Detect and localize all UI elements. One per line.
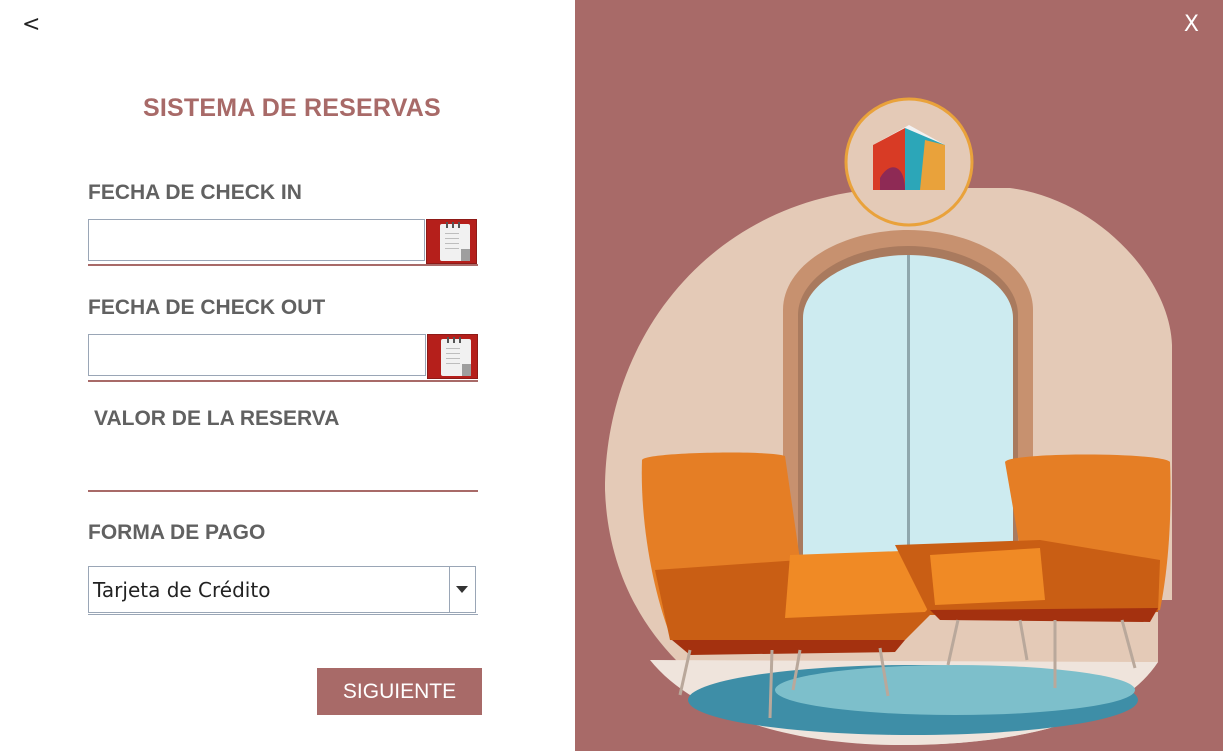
payment-select[interactable]: Tarjeta de Crédito (88, 566, 476, 613)
payment-selected-value: Tarjeta de Crédito (93, 578, 271, 602)
payment-underline (88, 614, 478, 615)
checkout-input[interactable] (88, 334, 426, 376)
illustration-panel: X (575, 0, 1223, 751)
page-title: SISTEMA DE RESERVAS (143, 94, 441, 122)
value-field[interactable] (88, 444, 478, 488)
checkin-label: FECHA DE CHECK IN (88, 181, 302, 204)
lounge-illustration (605, 97, 1172, 745)
payment-label: FORMA DE PAGO (88, 521, 266, 544)
dropdown-arrow[interactable] (449, 567, 475, 612)
value-label: VALOR DE LA RESERVA (94, 407, 340, 430)
checkin-underline (88, 264, 478, 266)
calendar-icon (441, 337, 471, 376)
checkout-label: FECHA DE CHECK OUT (88, 296, 326, 319)
checkin-input[interactable] (88, 219, 425, 261)
checkout-underline (88, 380, 478, 382)
back-button[interactable]: < (22, 12, 40, 37)
next-button[interactable]: SIGUIENTE (317, 668, 482, 715)
checkin-calendar-button[interactable] (426, 219, 477, 264)
value-underline (88, 490, 478, 492)
calendar-icon (440, 222, 470, 261)
form-panel: < SISTEMA DE RESERVAS FECHA DE CHECK IN … (0, 0, 575, 751)
chevron-down-icon (456, 586, 468, 593)
checkout-calendar-button[interactable] (427, 334, 478, 379)
